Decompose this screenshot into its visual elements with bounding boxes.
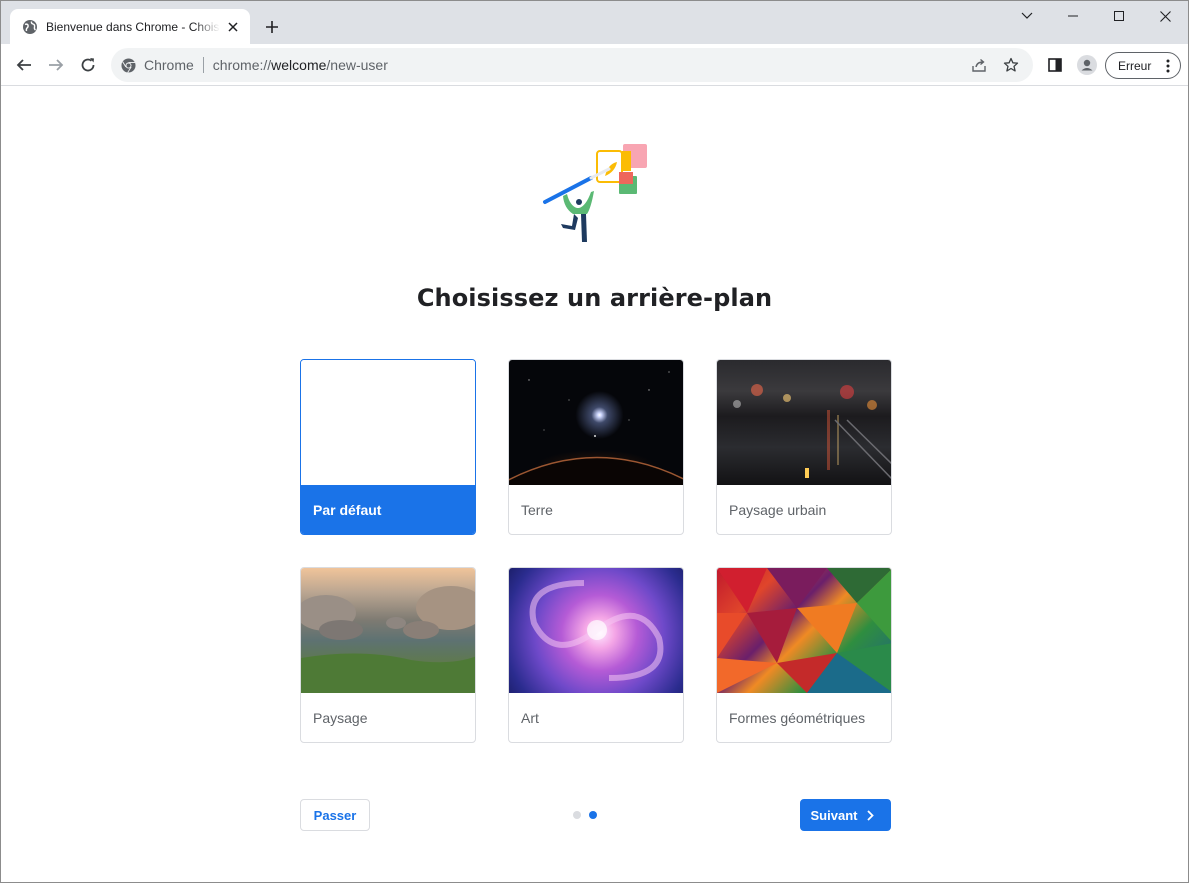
chevron-down-icon[interactable]	[1004, 1, 1050, 31]
maximize-icon[interactable]	[1096, 1, 1142, 31]
thumb-geometric	[717, 568, 891, 693]
step-dot-active	[589, 811, 597, 819]
background-label: Par défaut	[301, 485, 475, 534]
minimize-icon[interactable]	[1050, 1, 1096, 31]
next-button[interactable]: Suivant	[800, 799, 891, 831]
back-arrow-icon[interactable]	[10, 51, 38, 79]
skip-button[interactable]: Passer	[300, 799, 370, 831]
thumb-earth	[509, 360, 683, 485]
step-indicator	[573, 811, 605, 819]
forward-arrow-icon[interactable]	[42, 51, 70, 79]
background-option-cityscape[interactable]: Paysage urbain	[716, 359, 892, 535]
background-option-art[interactable]: Art	[508, 567, 684, 743]
thumb-art	[509, 568, 683, 693]
active-tab[interactable]: Bienvenue dans Chrome - Choisissez un ar…	[10, 9, 250, 44]
share-icon[interactable]	[965, 51, 993, 79]
globe-icon	[22, 19, 38, 35]
step-dot	[573, 811, 581, 819]
star-icon[interactable]	[997, 51, 1025, 79]
browser-window: Bienvenue dans Chrome - Choisissez un ar…	[0, 0, 1189, 883]
window-close-icon[interactable]	[1142, 1, 1188, 31]
plus-icon[interactable]	[261, 16, 283, 38]
page-content: Choisissez un arrière-plan Par défaut Te…	[1, 87, 1188, 882]
background-option-landscape[interactable]: Paysage	[300, 567, 476, 743]
chevron-right-icon	[867, 809, 875, 821]
background-label: Formes géométriques	[729, 709, 866, 726]
background-option-default[interactable]: Par défaut	[300, 359, 476, 535]
thumb-cityscape	[717, 360, 891, 485]
reload-icon[interactable]	[74, 51, 102, 79]
profile-error-button[interactable]: Erreur	[1105, 52, 1181, 79]
profile-error-label: Erreur	[1118, 58, 1152, 73]
thumb-default	[301, 360, 475, 485]
profile-avatar-icon[interactable]	[1073, 51, 1101, 79]
background-option-geometric[interactable]: Formes géométriques	[716, 567, 892, 743]
site-label: Chrome	[144, 57, 194, 73]
close-icon[interactable]	[224, 18, 242, 36]
background-label: Paysage	[313, 709, 368, 726]
omnibox-divider	[202, 57, 204, 73]
chrome-logo-icon	[121, 57, 136, 73]
toolbar: Chrome chrome://welcome/new-user Erreur	[1, 44, 1188, 86]
background-option-earth[interactable]: Terre	[508, 359, 684, 535]
painter-illustration	[539, 142, 651, 246]
side-panel-icon[interactable]	[1041, 51, 1069, 79]
page-title: Choisissez un arrière-plan	[416, 284, 773, 312]
next-button-label: Suivant	[810, 807, 858, 823]
url-text[interactable]: chrome://welcome/new-user	[213, 57, 388, 73]
background-label: Art	[521, 709, 539, 726]
tab-title: Bienvenue dans Chrome - Choisissez un ar…	[46, 19, 220, 34]
site-info[interactable]: Chrome	[121, 57, 194, 73]
background-label: Terre	[521, 501, 553, 518]
kebab-menu-icon[interactable]	[1166, 59, 1170, 76]
thumb-landscape	[301, 568, 475, 693]
background-label: Paysage urbain	[729, 501, 827, 518]
omnibox[interactable]: Chrome chrome://welcome/new-user	[111, 48, 1033, 82]
tab-strip: Bienvenue dans Chrome - Choisissez un ar…	[1, 1, 1188, 44]
